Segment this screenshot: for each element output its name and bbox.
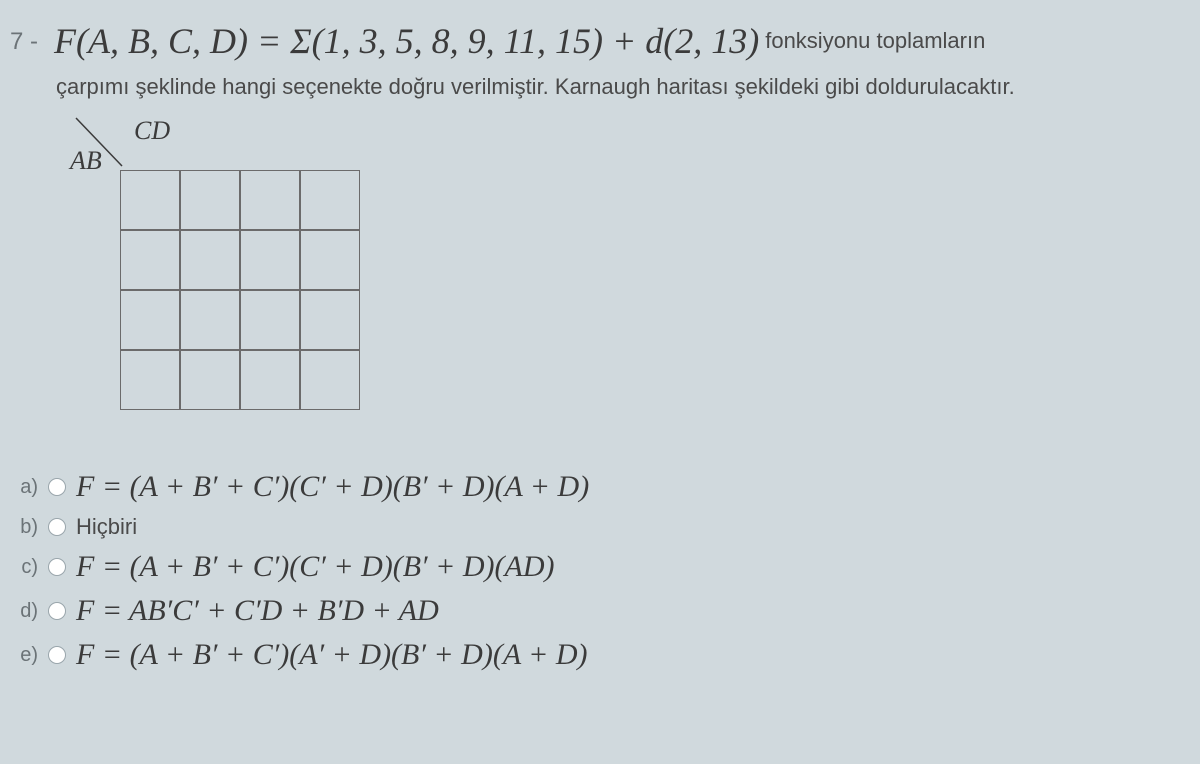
kmap-cell [120, 230, 180, 290]
option-d[interactable]: d) F = AB′C′ + C′D + B′D + AD [16, 594, 1182, 628]
option-letter: b) [16, 516, 38, 539]
kmap-cell [180, 230, 240, 290]
option-letter: e) [16, 644, 38, 667]
kmap-cell [180, 290, 240, 350]
question-page: 7 - F(A, B, C, D) = Σ(1, 3, 5, 8, 9, 11,… [0, 0, 1200, 764]
option-e[interactable]: e) F = (A + B′ + C′)(A′ + D)(B′ + D)(A +… [16, 638, 1182, 672]
radio-icon[interactable] [48, 602, 66, 620]
option-a[interactable]: a) F = (A + B′ + C′)(C′ + D)(B′ + D)(A +… [16, 470, 1182, 504]
kmap-cell [180, 170, 240, 230]
options-list: a) F = (A + B′ + C′)(C′ + D)(B′ + D)(A +… [16, 470, 1182, 672]
kmap-cell [120, 170, 180, 230]
kmap-cell [120, 350, 180, 410]
radio-icon[interactable] [48, 478, 66, 496]
kmap-cell [120, 290, 180, 350]
karnaugh-map: CD AB [74, 118, 374, 438]
option-letter: d) [16, 600, 38, 623]
question-number: 7 - [10, 28, 38, 56]
kmap-cell [300, 290, 360, 350]
kmap-cell [240, 350, 300, 410]
option-d-text: F = AB′C′ + C′D + B′D + AD [76, 594, 439, 628]
kmap-cell [300, 350, 360, 410]
option-b-text: Hiçbiri [76, 514, 137, 540]
kmap-cell [300, 230, 360, 290]
option-a-text: F = (A + B′ + C′)(C′ + D)(B′ + D)(A + D) [76, 470, 589, 504]
option-b[interactable]: b) Hiçbiri [16, 514, 1182, 540]
option-letter: c) [16, 556, 38, 579]
function-formula: F(A, B, C, D) = Σ(1, 3, 5, 8, 9, 11, 15)… [54, 20, 759, 62]
kmap-cell [240, 170, 300, 230]
kmap-grid [120, 170, 360, 410]
kmap-cell [240, 230, 300, 290]
kmap-rows-label: AB [70, 146, 102, 176]
option-c[interactable]: c) F = (A + B′ + C′)(C′ + D)(B′ + D)(AD) [16, 550, 1182, 584]
radio-icon[interactable] [48, 518, 66, 536]
kmap-cell [240, 290, 300, 350]
kmap-cell [180, 350, 240, 410]
option-e-text: F = (A + B′ + C′)(A′ + D)(B′ + D)(A + D) [76, 638, 588, 672]
question-subtitle: çarpımı şeklinde hangi seçenekte doğru v… [56, 74, 1182, 100]
option-letter: a) [16, 476, 38, 499]
kmap-cell [300, 170, 360, 230]
radio-icon[interactable] [48, 558, 66, 576]
kmap-columns-label: CD [134, 116, 170, 146]
function-definition-line: F(A, B, C, D) = Σ(1, 3, 5, 8, 9, 11, 15)… [54, 20, 1182, 62]
radio-icon[interactable] [48, 646, 66, 664]
option-c-text: F = (A + B′ + C′)(C′ + D)(B′ + D)(AD) [76, 550, 555, 584]
function-tail-text: fonksiyonu toplamların [765, 28, 985, 54]
